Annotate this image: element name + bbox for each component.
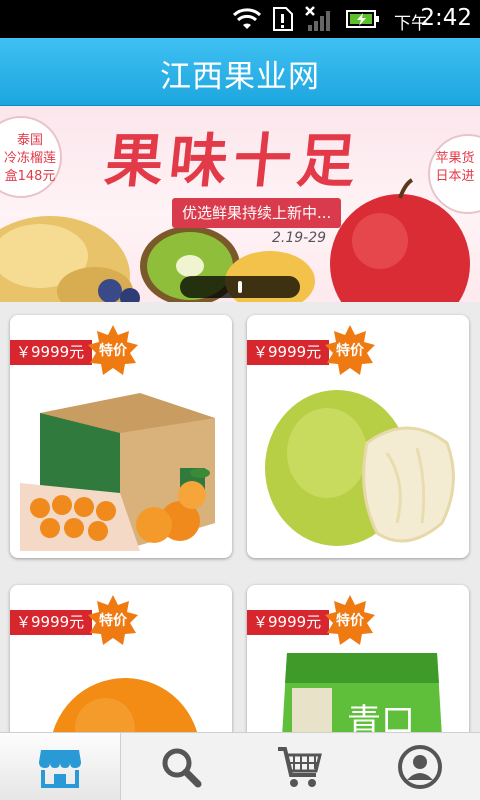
orange-gift-box-image [20, 393, 215, 551]
svg-text:青口: 青口 [347, 702, 415, 732]
promo-banner[interactable]: 泰国 冷冻榴莲 盒148元 苹果货 日本进 果味十足 优选鲜果持续上新中... … [0, 106, 480, 302]
price-tag: ￥9999元 [247, 610, 330, 635]
special-offer-badge: 特价 [325, 325, 375, 375]
special-offer-badge: 特价 [88, 325, 138, 375]
green-plum-snack-image: 青口 梅 [282, 653, 442, 732]
bubble-line: 日本进 [435, 169, 475, 184]
tab-search[interactable] [121, 733, 241, 800]
badge-label: 特价 [336, 613, 364, 629]
sim-alert-icon [273, 7, 293, 31]
carousel-indicator[interactable] [180, 276, 300, 298]
price-tag: ￥9999元 [10, 340, 93, 365]
banner-headline: 果味十足 [101, 127, 366, 195]
clock-time: 2:42 [420, 5, 472, 31]
product-card[interactable]: 青口 梅 ￥9999元 特价 [247, 585, 469, 732]
status-bar: 下午 2:42 [0, 0, 480, 38]
price-tag: ￥9999元 [247, 340, 330, 365]
cart-icon [278, 746, 323, 787]
app-header: 江西果业网 [0, 38, 480, 106]
badge-label: 特价 [336, 343, 364, 359]
tab-store[interactable] [0, 733, 121, 800]
tab-profile[interactable] [360, 733, 480, 800]
store-icon [38, 749, 81, 788]
special-offer-badge: 特价 [325, 595, 375, 645]
price-tag: ￥9999元 [10, 610, 93, 635]
bubble-line: 苹果货 [435, 151, 475, 166]
product-grid: ￥9999元 特价 ￥9999元 特价 ￥9999元 特价 青口 ￥9999元 … [0, 302, 480, 732]
product-card[interactable]: ￥9999元 特价 [10, 585, 232, 732]
special-offer-badge: 特价 [88, 595, 138, 645]
bubble-line: 盒148元 [4, 169, 56, 184]
carousel-dot [238, 281, 242, 293]
signal-icon [305, 6, 330, 31]
badge-label: 特价 [99, 343, 127, 359]
bubble-line: 冷冻榴莲 [3, 151, 56, 166]
product-card[interactable]: ￥9999元 特价 [247, 315, 469, 558]
search-icon [162, 748, 202, 787]
banner-subtitle: 优选鲜果持续上新中... [172, 198, 342, 228]
navel-orange-image [53, 678, 197, 732]
badge-label: 特价 [99, 613, 127, 629]
pomelo-image [265, 390, 455, 546]
product-card[interactable]: ￥9999元 特价 [10, 315, 232, 558]
status-icons [232, 4, 380, 34]
battery-charging-icon [346, 10, 379, 28]
profile-icon [398, 744, 443, 789]
tab-cart[interactable] [241, 733, 361, 800]
page-title: 江西果业网 [160, 59, 320, 95]
wifi-icon [232, 8, 262, 29]
banner-date: 2.19-29 [272, 230, 327, 246]
bubble-line: 泰国 [16, 133, 43, 148]
bottom-nav [0, 732, 480, 800]
